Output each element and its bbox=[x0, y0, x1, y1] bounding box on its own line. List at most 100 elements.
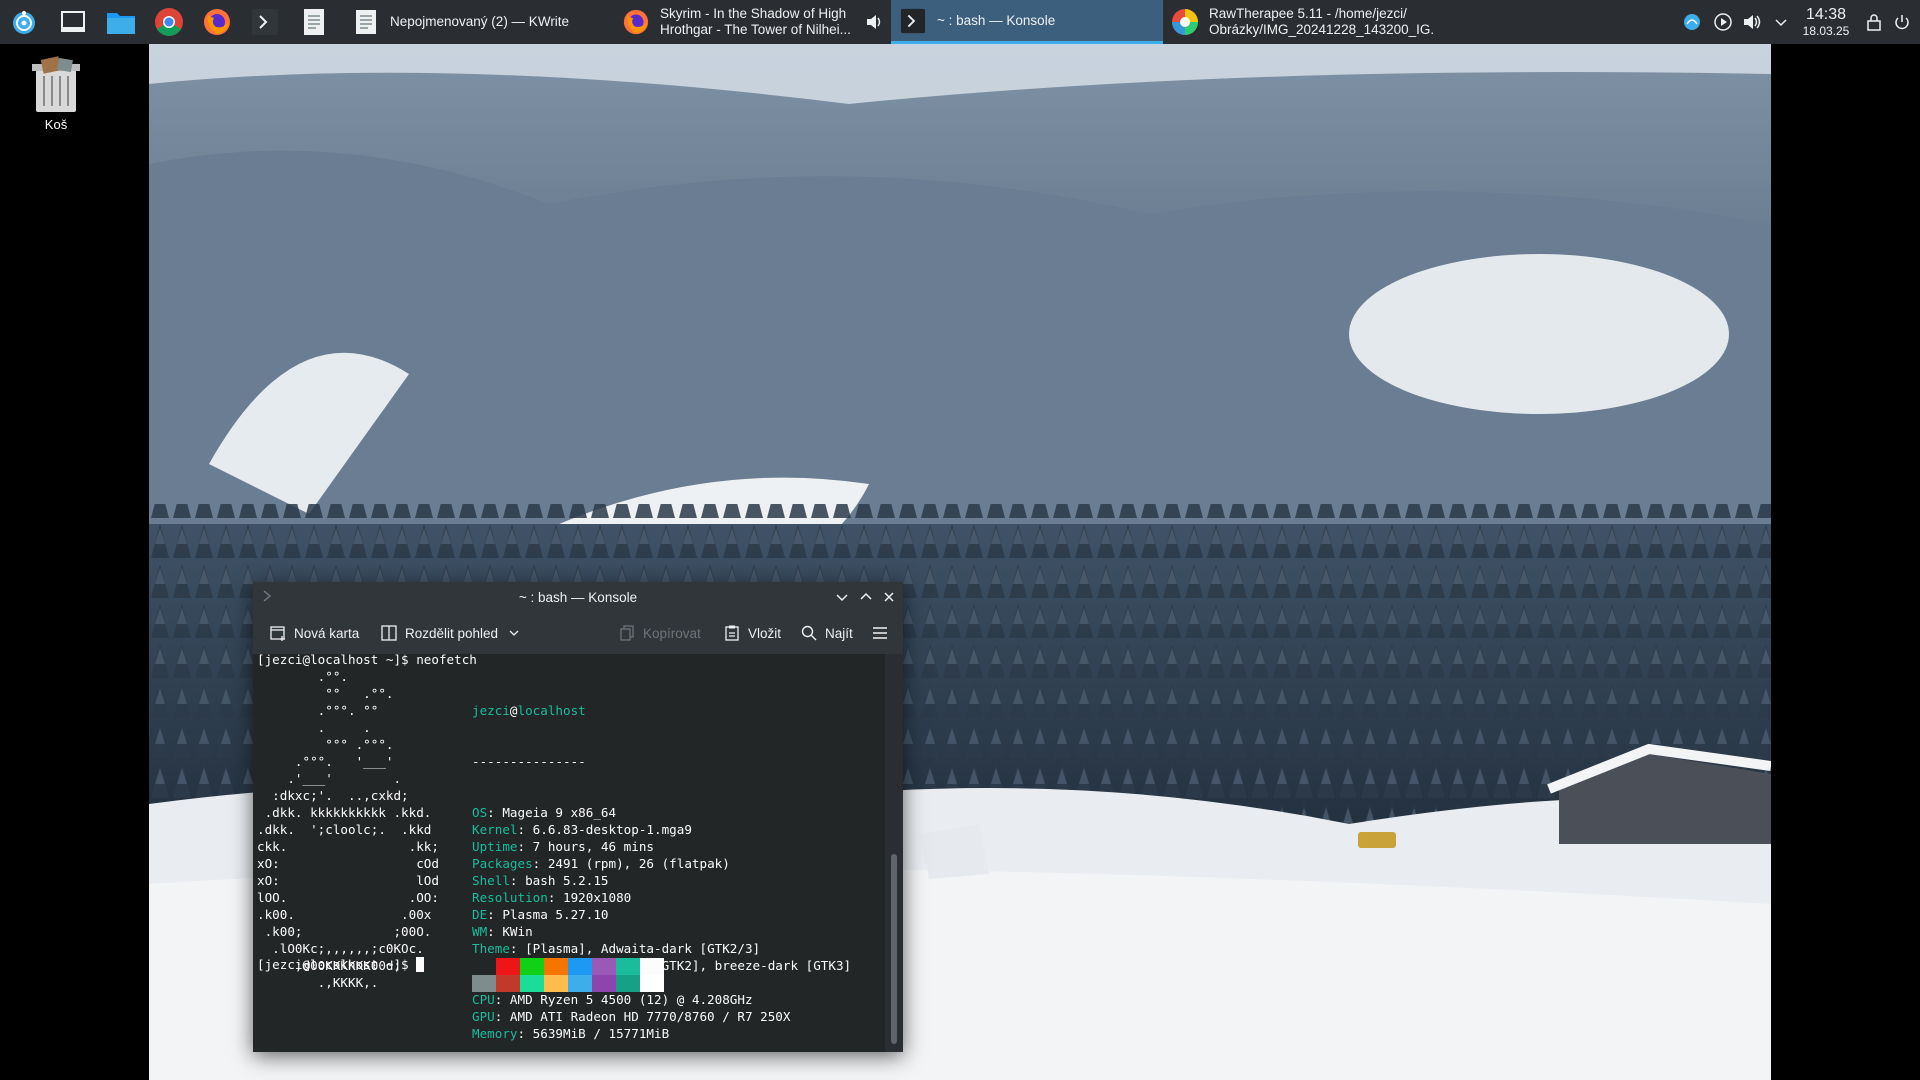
close-icon[interactable] bbox=[880, 588, 898, 606]
logo-line: °° .°°. bbox=[257, 686, 394, 701]
info-user: jezci bbox=[472, 703, 510, 718]
info-key: WM bbox=[472, 924, 488, 939]
info-at: @ bbox=[509, 703, 518, 718]
copy-label: Kopírovat bbox=[643, 625, 701, 641]
logo-line: .°°. bbox=[257, 669, 348, 684]
show-desktop-icon[interactable] bbox=[57, 6, 89, 38]
taskbar: Nepojmenovaný (2) — KWrite Skyrim - In t… bbox=[0, 0, 1920, 45]
info-colon: : bbox=[487, 924, 503, 939]
clock[interactable]: 14:38 18.03.25 bbox=[1795, 6, 1857, 38]
info-host: localhost bbox=[517, 703, 586, 718]
trash-desktop-icon[interactable]: Koš bbox=[18, 56, 94, 132]
paste-button[interactable]: Vložit bbox=[723, 621, 781, 645]
scrollbar-thumb[interactable] bbox=[891, 854, 897, 1044]
konsole-window: ~ : bash — Konsole Nová karta Rozdělit p… bbox=[253, 582, 903, 1052]
info-row: Kernel: 6.6.83-desktop-1.mga9 bbox=[472, 821, 851, 838]
info-row: Memory: 5639MiB / 15771MiB bbox=[472, 1025, 851, 1042]
window-title: ~ : bash — Konsole bbox=[518, 589, 638, 605]
media-player-icon[interactable] bbox=[1713, 12, 1733, 32]
konsole-titlebar[interactable]: ~ : bash — Konsole bbox=[253, 582, 903, 612]
task-rawtherapee[interactable]: RawTherapee 5.11 - /home/jezci/ Obrázky/… bbox=[1163, 0, 1435, 44]
logo-line: xO: cOd bbox=[257, 856, 439, 871]
info-value: bash 5.2.15 bbox=[525, 873, 609, 888]
logo-line: .°°°. '___' bbox=[257, 754, 394, 769]
logo-line: .dkk. ';cloolc;. .kkd bbox=[257, 822, 432, 837]
volume-icon[interactable] bbox=[1742, 12, 1762, 32]
info-row: DE: Plasma 5.27.10 bbox=[472, 906, 851, 923]
task-firefox-skyrim[interactable]: Skyrim - In the Shadow of High Hrothgar … bbox=[614, 0, 891, 44]
task-title-line1: Skyrim - In the Shadow of High bbox=[660, 6, 847, 21]
kwrite-icon bbox=[352, 8, 380, 36]
shell-prompt[interactable]: [jezci@localhost ~]$ bbox=[257, 956, 425, 973]
desktop-background-left bbox=[0, 44, 149, 1080]
info-value: AMD Ryzen 5 4500 (12) @ 4.208GHz bbox=[509, 992, 753, 1007]
info-value: 6.6.83-desktop-1.mga9 bbox=[532, 822, 692, 837]
palette-swatch bbox=[496, 958, 520, 992]
chevron-down-icon[interactable] bbox=[1771, 12, 1791, 32]
chrome-icon[interactable] bbox=[153, 6, 185, 38]
network-icon[interactable] bbox=[1682, 12, 1702, 32]
info-key: Resolution bbox=[472, 890, 548, 905]
terminal-scrollbar[interactable] bbox=[885, 654, 903, 1052]
info-value: [Plasma], Adwaita-dark [GTK2/3] bbox=[525, 941, 761, 956]
text-editor-icon[interactable] bbox=[298, 6, 330, 38]
copy-button[interactable]: Kopírovat bbox=[618, 621, 701, 645]
palette-swatch bbox=[520, 958, 544, 992]
firefox-icon bbox=[622, 8, 650, 36]
info-row: Theme: [Plasma], Adwaita-dark [GTK2/3] bbox=[472, 940, 851, 957]
text-cursor bbox=[416, 957, 425, 972]
split-view-button[interactable]: Rozdělit pohled bbox=[380, 621, 520, 645]
konsole-icon bbox=[899, 7, 927, 35]
application-launcher-icon[interactable] bbox=[8, 6, 40, 38]
info-row: Uptime: 7 hours, 46 mins bbox=[472, 838, 851, 855]
trash-icon bbox=[32, 56, 80, 112]
info-row: Packages: 2491 (rpm), 26 (flatpak) bbox=[472, 855, 851, 872]
power-icon[interactable] bbox=[1892, 12, 1912, 32]
konsole-icon[interactable] bbox=[249, 6, 281, 38]
logo-line: .lO0Kc;,,,,,,;c0KOc. bbox=[257, 941, 424, 956]
logo-line: :dkxc;'. ..,cxkd; bbox=[257, 788, 409, 803]
logo-line: . . bbox=[257, 720, 371, 735]
paste-label: Vložit bbox=[748, 625, 782, 641]
find-button[interactable]: Najít bbox=[800, 621, 853, 645]
info-colon: : bbox=[517, 839, 533, 854]
hamburger-menu-button[interactable] bbox=[871, 621, 896, 645]
task-kwrite[interactable]: Nepojmenovaný (2) — KWrite bbox=[344, 0, 614, 44]
info-colon: : bbox=[532, 856, 548, 871]
palette-swatch bbox=[568, 958, 592, 992]
lock-screen-icon[interactable] bbox=[1864, 12, 1884, 32]
file-manager-icon[interactable] bbox=[105, 6, 137, 38]
info-colon: : bbox=[509, 873, 526, 888]
palette-swatch bbox=[640, 958, 664, 992]
task-title: ~ : bash — Konsole bbox=[937, 12, 1056, 28]
clock-time: 14:38 bbox=[1805, 6, 1847, 23]
split-view-icon bbox=[381, 625, 397, 641]
info-key: Uptime bbox=[472, 839, 518, 854]
color-palette bbox=[472, 958, 664, 992]
palette-swatch bbox=[544, 958, 568, 992]
konsole-app-icon[interactable] bbox=[261, 588, 277, 607]
terminal-area[interactable]: [jezci@localhost ~]$ neofetch .°°. °° .°… bbox=[253, 652, 885, 1052]
firefox-icon[interactable] bbox=[201, 6, 233, 38]
trash-label: Koš bbox=[44, 117, 68, 132]
palette-swatch bbox=[616, 958, 640, 992]
info-colon: : bbox=[509, 941, 526, 956]
new-tab-button[interactable]: Nová karta bbox=[269, 621, 359, 645]
hamburger-menu-icon bbox=[873, 627, 887, 639]
rawtherapee-icon bbox=[1171, 8, 1199, 36]
logo-line: .k00; ;00O. bbox=[257, 924, 432, 939]
info-colon: : bbox=[517, 1026, 533, 1041]
minimize-icon[interactable] bbox=[833, 588, 851, 606]
clock-date: 18.03.25 bbox=[1802, 24, 1850, 38]
logo-line: °°° .°°°. bbox=[257, 737, 394, 752]
audio-playing-icon[interactable] bbox=[865, 13, 883, 35]
logo-line: ckk. .kk; bbox=[257, 839, 439, 854]
new-tab-label: Nová karta bbox=[294, 625, 360, 641]
maximize-icon[interactable] bbox=[857, 588, 875, 606]
info-key: CPU bbox=[472, 992, 495, 1007]
info-key: OS bbox=[472, 805, 488, 820]
task-konsole[interactable]: ~ : bash — Konsole bbox=[891, 0, 1163, 44]
info-colon: : bbox=[494, 1009, 510, 1024]
find-label: Najít bbox=[825, 625, 853, 641]
logo-line: .dkk. kkkkkkkkkk .kkd. bbox=[257, 805, 432, 820]
